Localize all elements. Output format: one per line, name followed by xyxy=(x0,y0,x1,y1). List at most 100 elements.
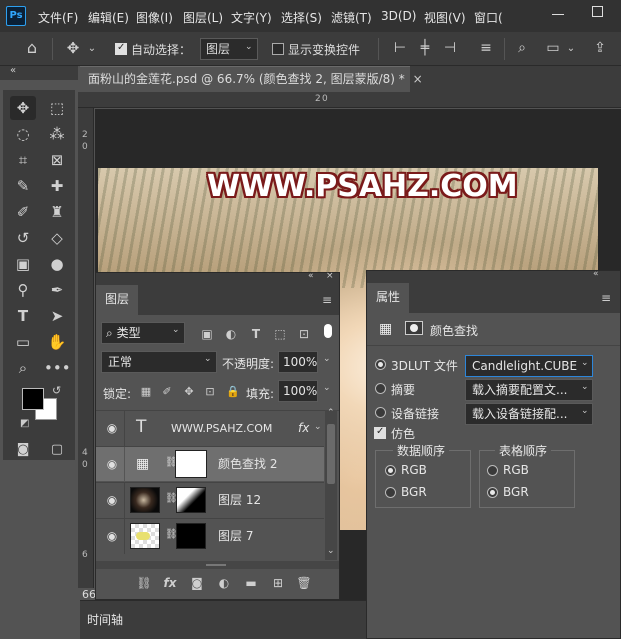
home-icon[interactable]: ⌂ xyxy=(22,40,42,56)
path-selection-tool-icon[interactable]: ➤ xyxy=(44,304,70,328)
brush-tool-icon[interactable]: ✐ xyxy=(10,200,36,224)
align-right-icon[interactable]: ⊣ xyxy=(442,40,458,56)
new-adjustment-icon[interactable]: ◐ xyxy=(216,575,232,591)
layer-name[interactable]: WWW.PSAHZ.COM xyxy=(171,411,272,446)
data-order-bgr-radio[interactable] xyxy=(385,487,396,498)
tab-properties[interactable]: 属性 xyxy=(367,283,409,313)
chevron-down-icon[interactable]: ⌄ xyxy=(323,354,331,364)
tab-timeline[interactable]: 时间轴 xyxy=(87,611,123,628)
abstract-dropdown[interactable]: 载入摘要配置文... xyxy=(465,379,593,401)
healing-brush-tool-icon[interactable]: ✚ xyxy=(44,174,70,198)
chevron-down-icon[interactable]: ⌄ xyxy=(327,546,335,556)
layers-hscrollbar[interactable] xyxy=(96,561,339,569)
swap-colors-icon[interactable]: ↺ xyxy=(52,384,61,397)
visibility-eye-icon[interactable]: ◉ xyxy=(104,447,120,482)
hand-tool-icon[interactable]: ✋ xyxy=(44,330,70,354)
filter-shape-icon[interactable]: ⬚ xyxy=(273,326,287,342)
collapse-icon[interactable]: « xyxy=(308,271,314,281)
menu-edit[interactable]: 编辑(E) xyxy=(88,9,129,26)
menu-3d[interactable]: 3D(D) xyxy=(381,9,416,23)
add-style-icon[interactable]: fx xyxy=(162,575,178,591)
search-icon[interactable]: ⌕ xyxy=(514,40,530,56)
layer-row[interactable]: ◉ T WWW.PSAHZ.COM fx ⌄ xyxy=(96,410,339,446)
lock-transparent-icon[interactable]: ▦ xyxy=(140,384,152,400)
rectangle-tool-icon[interactable]: ▭ xyxy=(10,330,36,354)
quick-mask-icon[interactable]: ◙ xyxy=(10,438,36,462)
eyedropper-tool-icon[interactable]: ✎ xyxy=(10,174,36,198)
layer-mask-thumbnail[interactable] xyxy=(176,487,206,513)
history-brush-tool-icon[interactable]: ↺ xyxy=(10,226,36,250)
lut-3d-dropdown[interactable]: Candlelight.CUBE xyxy=(465,355,593,377)
delete-layer-icon[interactable]: 🗑 xyxy=(296,575,312,591)
layer-row[interactable]: ◉ ▦ ⛓ 颜色查找 2 xyxy=(96,446,324,482)
type-tool-icon[interactable]: T xyxy=(10,304,36,328)
filter-smart-object-icon[interactable]: ⊡ xyxy=(297,326,311,342)
dither-checkbox[interactable] xyxy=(374,426,386,439)
device-link-dropdown[interactable]: 载入设备链接配... xyxy=(465,403,593,425)
chevron-up-icon[interactable]: ⌃ xyxy=(327,408,335,418)
menu-layer[interactable]: 图层(L) xyxy=(183,9,223,26)
collapse-icon[interactable]: « xyxy=(593,269,599,279)
layer-thumbnail[interactable] xyxy=(130,487,160,513)
scrollbar-thumb[interactable] xyxy=(327,424,335,484)
chevron-down-icon[interactable]: ⌄ xyxy=(314,422,322,432)
pen-tool-icon[interactable]: ✒ xyxy=(44,278,70,302)
chevron-down-icon[interactable]: ⌄ xyxy=(86,41,98,57)
table-order-rgb-radio[interactable] xyxy=(487,465,498,476)
blend-mode-dropdown[interactable]: 正常 xyxy=(101,351,217,373)
distribute-icon[interactable]: ≡ xyxy=(478,40,494,56)
zoom-tool-icon[interactable]: ⌕ xyxy=(10,356,36,380)
foreground-color-swatch[interactable] xyxy=(22,388,44,410)
document-tab[interactable]: 面粉山的金莲花.psd @ 66.7% (颜色查找 2, 图层蒙版/8) * × xyxy=(80,66,423,92)
menu-type[interactable]: 文字(Y) xyxy=(231,9,272,26)
filter-type-icon[interactable]: T xyxy=(249,326,263,342)
layer-name[interactable]: 颜色查找 2 xyxy=(218,447,277,482)
lock-image-icon[interactable]: ✐ xyxy=(161,384,173,400)
lock-artboard-icon[interactable]: ⊡ xyxy=(204,384,216,400)
layer-row[interactable]: ◉ ⛓ 图层 7 xyxy=(96,518,324,554)
chevron-down-icon[interactable]: ⌄ xyxy=(323,383,331,393)
blur-tool-icon[interactable]: ● xyxy=(44,252,70,276)
menu-view[interactable]: 视图(V) xyxy=(424,9,466,26)
visibility-eye-icon[interactable]: ◉ xyxy=(104,411,120,446)
layers-scrollbar[interactable]: ⌃ ⌄ xyxy=(325,408,337,560)
marquee-tool-icon[interactable]: ⬚ xyxy=(44,96,70,120)
link-layers-icon[interactable]: ⛓ xyxy=(136,575,152,591)
filter-adjustment-icon[interactable]: ◐ xyxy=(224,326,238,342)
fx-badge[interactable]: fx xyxy=(298,411,309,446)
layer-name[interactable]: 图层 12 xyxy=(218,483,261,518)
frame-tool-icon[interactable]: ⊠ xyxy=(44,148,70,172)
gradient-tool-icon[interactable]: ▣ xyxy=(10,252,36,276)
more-tools-icon[interactable]: ••• xyxy=(44,356,71,380)
minimize-icon[interactable] xyxy=(552,14,564,15)
lasso-tool-icon[interactable]: ◌ xyxy=(10,122,36,146)
panel-menu-icon[interactable]: ≡ xyxy=(322,293,332,307)
move-tool-icon[interactable]: ✥ xyxy=(63,40,83,56)
show-transform-checkbox[interactable] xyxy=(272,43,284,55)
menu-window[interactable]: 窗口( xyxy=(474,9,508,26)
table-order-bgr-radio[interactable] xyxy=(487,487,498,498)
menu-select[interactable]: 选择(S) xyxy=(281,9,322,26)
crop-tool-icon[interactable]: ⌗ xyxy=(10,148,36,172)
maximize-icon[interactable] xyxy=(592,6,603,17)
align-left-icon[interactable]: ⊢ xyxy=(392,40,408,56)
add-mask-icon[interactable]: ◙ xyxy=(189,575,205,591)
auto-select-checkbox[interactable] xyxy=(115,42,127,55)
opacity-field[interactable]: 100% xyxy=(278,351,318,373)
fill-field[interactable]: 100% xyxy=(278,380,318,402)
collapse-icon[interactable]: « xyxy=(10,65,16,76)
layer-mask-thumbnail[interactable] xyxy=(175,450,207,478)
filter-pixel-icon[interactable]: ▣ xyxy=(200,326,214,342)
magic-wand-tool-icon[interactable]: ⁂ xyxy=(44,122,70,146)
share-icon[interactable]: ⇪ xyxy=(592,40,608,56)
device-link-radio[interactable] xyxy=(375,407,386,418)
default-colors-icon[interactable]: ◩ xyxy=(20,418,29,429)
close-icon[interactable]: × xyxy=(326,271,334,281)
visibility-eye-icon[interactable]: ◉ xyxy=(104,519,120,554)
align-center-icon[interactable]: ╪ xyxy=(417,40,433,56)
move-tool-icon[interactable]: ✥ xyxy=(10,96,36,120)
scrollbar-thumb[interactable] xyxy=(206,564,226,566)
menu-file[interactable]: 文件(F) xyxy=(38,9,78,26)
lock-all-icon[interactable]: 🔒 xyxy=(226,384,240,400)
chevron-down-icon[interactable]: ⌄ xyxy=(566,41,576,57)
